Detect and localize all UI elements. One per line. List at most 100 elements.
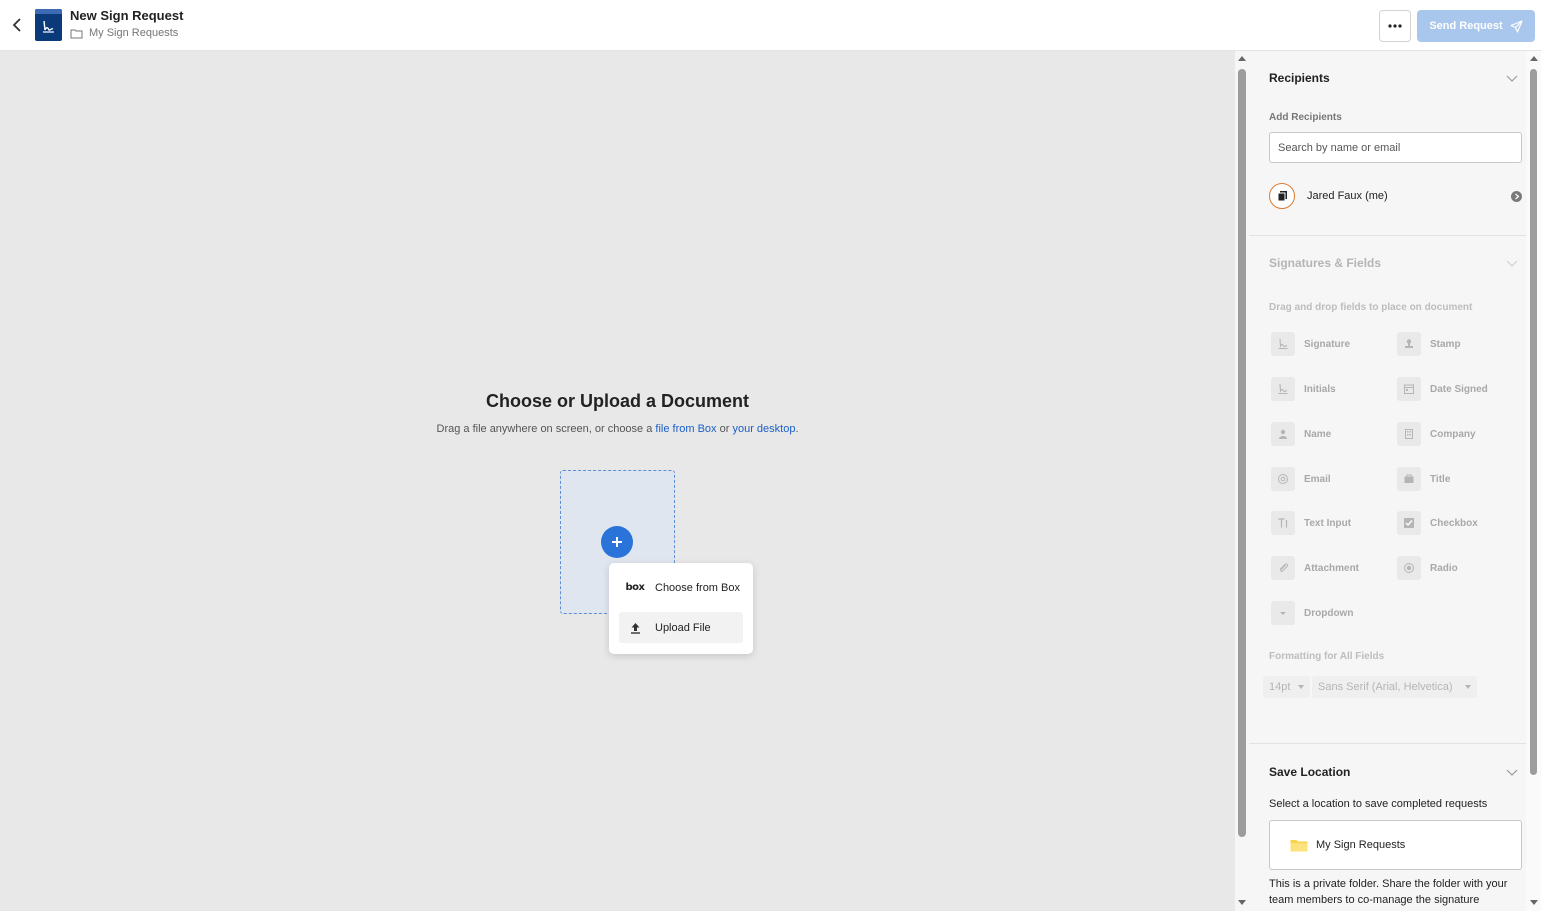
add-document-menu: box Choose from Box Upload File bbox=[609, 563, 753, 654]
instructions-text: Drag a file anywhere on screen, or choos… bbox=[436, 423, 653, 435]
ellipsis-icon bbox=[1388, 24, 1402, 28]
instructions-end: . bbox=[795, 423, 799, 435]
field-label: Date Signed bbox=[1430, 383, 1488, 395]
breadcrumb[interactable]: My Sign Requests bbox=[70, 27, 178, 39]
building-icon bbox=[1397, 422, 1421, 446]
document-stack-icon bbox=[1277, 191, 1287, 202]
save-folder-picker[interactable]: My Sign Requests bbox=[1269, 820, 1522, 870]
upload-heading: Choose or Upload a Document bbox=[485, 391, 750, 411]
choose-from-box-label: Choose from Box bbox=[655, 581, 740, 594]
breadcrumb-folder: My Sign Requests bbox=[89, 27, 179, 39]
section-divider bbox=[1249, 235, 1526, 236]
scroll-thumb[interactable] bbox=[1530, 69, 1537, 775]
field-label: Radio bbox=[1430, 562, 1458, 574]
instructions-or: or bbox=[719, 423, 730, 435]
field-signature[interactable]: Signature bbox=[1271, 332, 1350, 356]
signatures-fields-title[interactable]: Signatures & Fields bbox=[1269, 256, 1381, 270]
radio-icon bbox=[1397, 556, 1421, 580]
field-name[interactable]: Name bbox=[1271, 422, 1331, 446]
text-icon bbox=[1271, 511, 1295, 535]
recipient-name: Jared Faux (me) bbox=[1307, 190, 1388, 202]
send-request-button[interactable]: Send Request bbox=[1417, 10, 1535, 42]
field-email[interactable]: Email bbox=[1271, 467, 1331, 491]
field-label: Company bbox=[1430, 428, 1476, 440]
save-folder-name: My Sign Requests bbox=[1316, 839, 1406, 851]
field-text-input[interactable]: Text Input bbox=[1271, 511, 1351, 535]
chevron-down-icon[interactable] bbox=[1506, 75, 1518, 83]
sidebar-panel: Recipients Add Recipients Jared Faux (me… bbox=[1249, 51, 1526, 911]
field-label: Text Input bbox=[1304, 517, 1352, 529]
scroll-up-arrow-icon[interactable] bbox=[1530, 56, 1538, 61]
scroll-down-arrow-icon[interactable] bbox=[1238, 900, 1246, 905]
chevron-down-icon[interactable] bbox=[1506, 769, 1518, 777]
paperclip-icon bbox=[1271, 556, 1295, 580]
file-from-box-link[interactable]: file from Box bbox=[655, 423, 716, 435]
calendar-icon bbox=[1397, 377, 1421, 401]
field-dropdown[interactable]: Dropdown bbox=[1271, 601, 1353, 625]
field-stamp[interactable]: Stamp bbox=[1397, 332, 1461, 356]
recipient-search-input[interactable] bbox=[1269, 132, 1522, 163]
person-icon bbox=[1271, 422, 1295, 446]
chevron-left-icon bbox=[12, 18, 21, 32]
choose-from-box-item[interactable]: box Choose from Box bbox=[619, 572, 743, 603]
folder-icon bbox=[1290, 840, 1308, 852]
field-label: Title bbox=[1430, 473, 1451, 485]
avatar bbox=[1269, 183, 1295, 209]
save-location-title[interactable]: Save Location bbox=[1269, 765, 1350, 779]
field-label: Checkbox bbox=[1430, 517, 1478, 529]
field-label: Initials bbox=[1304, 383, 1336, 395]
field-label: Signature bbox=[1304, 338, 1351, 350]
folder-outline-icon bbox=[70, 29, 83, 38]
recipient-details-icon[interactable] bbox=[1511, 191, 1522, 202]
plus-icon bbox=[612, 537, 622, 547]
caret-down-icon bbox=[1298, 685, 1305, 689]
field-label: Stamp bbox=[1430, 338, 1461, 350]
paper-plane-icon bbox=[1510, 19, 1523, 33]
field-label: Dropdown bbox=[1304, 607, 1354, 619]
at-icon bbox=[1271, 467, 1295, 491]
top-header: New Sign Request My Sign Requests Send R… bbox=[0, 0, 1541, 51]
page-title: New Sign Request bbox=[70, 8, 184, 23]
document-canvas[interactable]: Choose or Upload a Document Drag a file … bbox=[0, 51, 1235, 911]
save-location-description: Select a location to save completed requ… bbox=[1269, 798, 1488, 810]
scroll-thumb[interactable] bbox=[1238, 69, 1246, 837]
field-label: Name bbox=[1304, 428, 1332, 440]
section-divider bbox=[1249, 743, 1526, 744]
field-label: Email bbox=[1304, 473, 1331, 485]
font-family-value: Sans Serif (Arial, Helvetica) bbox=[1318, 681, 1453, 693]
field-initials[interactable]: Initials bbox=[1271, 377, 1336, 401]
send-request-label: Send Request bbox=[1429, 20, 1503, 32]
dropdown-icon bbox=[1271, 601, 1295, 625]
sidebar-scrollbar-right[interactable] bbox=[1526, 51, 1541, 911]
chevron-down-icon[interactable] bbox=[1506, 260, 1518, 268]
font-family-select[interactable]: Sans Serif (Arial, Helvetica) bbox=[1312, 676, 1477, 698]
scroll-up-arrow-icon[interactable] bbox=[1238, 56, 1246, 61]
upload-instructions: Drag a file anywhere on screen, or choos… bbox=[0, 423, 1235, 435]
briefcase-icon bbox=[1397, 467, 1421, 491]
field-company[interactable]: Company bbox=[1397, 422, 1476, 446]
signature-icon bbox=[1271, 332, 1295, 356]
stamp-icon bbox=[1397, 332, 1421, 356]
your-desktop-link[interactable]: your desktop bbox=[732, 423, 795, 435]
add-recipients-label: Add Recipients bbox=[1269, 112, 1342, 123]
add-document-button[interactable] bbox=[601, 526, 633, 558]
back-button[interactable] bbox=[8, 14, 26, 36]
recipients-title[interactable]: Recipients bbox=[1269, 71, 1330, 85]
font-size-select[interactable]: 14pt bbox=[1263, 676, 1311, 698]
upload-file-label: Upload File bbox=[655, 621, 711, 634]
font-size-value: 14pt bbox=[1269, 681, 1291, 693]
more-options-button[interactable] bbox=[1379, 10, 1411, 42]
field-title[interactable]: Title bbox=[1397, 467, 1450, 491]
box-logo-icon: box bbox=[625, 582, 645, 593]
field-checkbox[interactable]: Checkbox bbox=[1397, 511, 1478, 535]
scroll-down-arrow-icon[interactable] bbox=[1530, 900, 1538, 905]
field-attachment[interactable]: Attachment bbox=[1271, 556, 1359, 580]
sidebar-scrollbar-left[interactable] bbox=[1235, 51, 1249, 911]
upload-file-item[interactable]: Upload File bbox=[619, 612, 743, 643]
sign-app-icon bbox=[35, 9, 62, 41]
field-date-signed[interactable]: Date Signed bbox=[1397, 377, 1488, 401]
checkbox-icon bbox=[1397, 511, 1421, 535]
field-radio[interactable]: Radio bbox=[1397, 556, 1458, 580]
field-label: Attachment bbox=[1304, 562, 1360, 574]
recipient-row[interactable]: Jared Faux (me) bbox=[1269, 183, 1522, 209]
